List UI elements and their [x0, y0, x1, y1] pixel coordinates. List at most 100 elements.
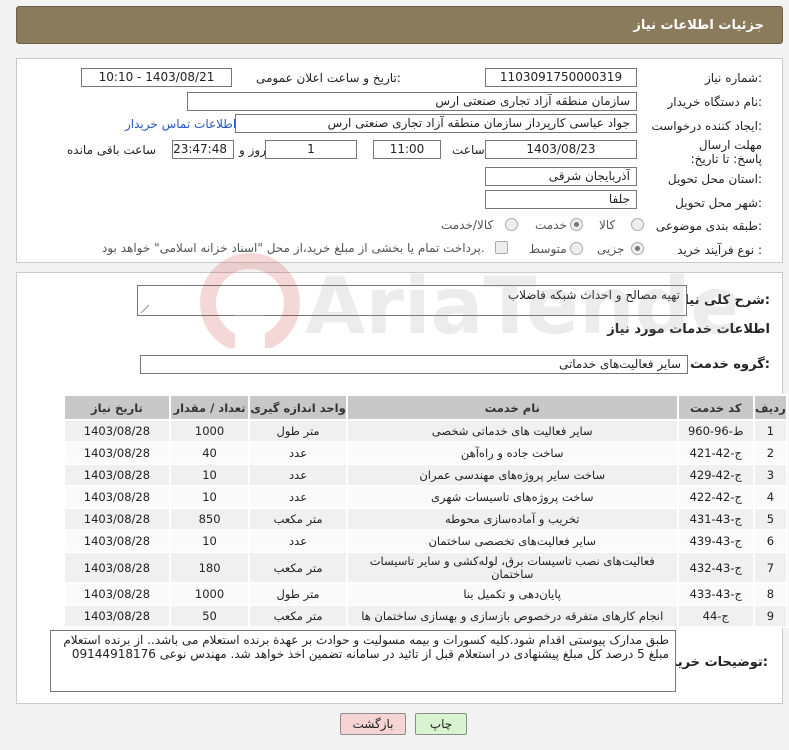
cell-quantity: 10 — [168, 529, 251, 553]
category-option-goods-service: کالا/خدمت — [441, 218, 494, 232]
cell-service-name: انجام کارهای متفرقه درخصوص بازسازی و بهس… — [345, 604, 679, 628]
cell-need-date: 1403/08/28 — [63, 582, 171, 606]
deadline-time-field[interactable]: 11:00 — [373, 140, 441, 159]
cell-quantity: 10 — [168, 485, 251, 509]
cell-quantity: 1000 — [168, 419, 251, 443]
process-radio-medium[interactable] — [570, 242, 583, 255]
category-option-goods: کالا — [599, 218, 616, 232]
cell-service-name: ساخت پروژه‌های تاسیسات شهری — [345, 485, 679, 509]
cell-quantity: 1000 — [168, 582, 251, 606]
cell-quantity: 50 — [168, 604, 251, 628]
cell-unit: متر طول — [248, 419, 348, 443]
cell-service-name: تخریب و آماده‌سازی محوطه — [345, 507, 679, 531]
services-table: ردیف کد خدمت نام خدمت واحد اندازه گیری ت… — [63, 394, 789, 628]
cell-unit: عدد — [248, 441, 348, 465]
cell-row-number: 7 — [752, 551, 789, 584]
category-radio-goods[interactable] — [631, 218, 644, 231]
creator-label: ایجاد کننده درخواست: — [651, 119, 762, 133]
category-radio-goods-service[interactable] — [505, 218, 518, 231]
table-row[interactable]: 7 ج-43-432 فعالیت‌های نصب تاسیسات برق، لول… — [63, 551, 789, 584]
table-row[interactable]: 4 ج-42-422 ساخت پروژه‌های تاسیسات شهری عدد 1… — [63, 485, 789, 509]
buyer-contact-link[interactable]: اطلاعات تماس خریدار — [125, 117, 236, 131]
cell-service-name: فعالیت‌های نصب تاسیسات برق، لوله‌کشی و س… — [345, 551, 679, 584]
col-row-header: ردیف — [752, 394, 789, 421]
col-unit-header: واحد اندازه گیری — [248, 394, 348, 421]
cell-unit: عدد — [248, 463, 348, 487]
cell-quantity: 180 — [168, 551, 251, 584]
buyer-org-field[interactable]: سازمان منطقه آزاد تجاری صنعتی ارس — [187, 92, 637, 111]
buyer-notes-text: طبق مدارک پیوستی اقدام شود.کلیه کسورات و… — [63, 633, 669, 661]
city-field[interactable]: جلفا — [485, 190, 637, 209]
request-info-panel: شماره نیاز: 1103091750000319 تاریخ و ساع… — [16, 58, 783, 263]
summary-textarea[interactable]: تهیه مصالح و احداث شبکه فاضلاب — [137, 285, 687, 316]
cell-need-date: 1403/08/28 — [63, 463, 171, 487]
cell-service-code: ج-42-429 — [676, 463, 755, 487]
cell-need-date: 1403/08/28 — [63, 419, 171, 443]
province-label: استان محل تحویل: — [667, 172, 762, 186]
process-option-medium: متوسط — [529, 242, 567, 256]
remaining-time-field[interactable]: 23:47:48 — [172, 140, 234, 159]
table-row[interactable]: 9 ج-44 انجام کارهای متفرقه درخصوص بازسازی … — [63, 604, 789, 628]
cell-unit: متر مکعب — [248, 604, 348, 628]
col-code-header: کد خدمت — [676, 394, 755, 421]
cell-service-name: سایر فعالیت های خدماتی شخصی — [345, 419, 679, 443]
cell-service-code: ط-96-960 — [676, 419, 755, 443]
col-qty-header: تعداد / مقدار — [168, 394, 251, 421]
category-radio-service[interactable] — [570, 218, 583, 231]
cell-need-date: 1403/08/28 — [63, 485, 171, 509]
category-option-service: خدمت — [535, 218, 567, 232]
cell-row-number: 1 — [752, 419, 789, 443]
cell-service-name: ساخت جاده و راه‌آهن — [345, 441, 679, 465]
page-title: جزئیات اطلاعات نیاز — [633, 17, 764, 33]
print-button[interactable]: چاپ — [415, 713, 467, 735]
category-label: طبقه بندی موضوعی: — [655, 219, 762, 233]
cell-service-code: ج-43-433 — [676, 582, 755, 606]
table-row[interactable]: 5 ج-43-431 تخریب و آماده‌سازی محوطه متر مکع… — [63, 507, 789, 531]
resize-handle-icon[interactable] — [141, 305, 149, 313]
treasury-payment-checkbox[interactable] — [495, 241, 508, 254]
cell-need-date: 1403/08/28 — [63, 529, 171, 553]
cell-need-date: 1403/08/28 — [63, 441, 171, 465]
table-row[interactable]: 1 ط-96-960 سایر فعالیت های خدماتی شخصی متر … — [63, 419, 789, 443]
cell-unit: متر مکعب — [248, 507, 348, 531]
announce-field[interactable]: 1403/08/21 - 10:10 — [81, 68, 232, 87]
buyer-notes-textarea[interactable]: طبق مدارک پیوستی اقدام شود.کلیه کسورات و… — [50, 630, 676, 692]
table-row[interactable]: 8 ج-43-433 پایان‌دهی و تکمیل بنا متر طول 100… — [63, 582, 789, 606]
cell-quantity: 10 — [168, 463, 251, 487]
cell-service-code: ج-43-432 — [676, 551, 755, 584]
creator-field[interactable]: جواد عباسی کارپرداز سازمان منطقه آزاد تج… — [235, 114, 637, 133]
cell-service-code: ج-42-422 — [676, 485, 755, 509]
process-radio-minor[interactable] — [631, 242, 644, 255]
cell-service-code: ج-44 — [676, 604, 755, 628]
cell-row-number: 5 — [752, 507, 789, 531]
city-label: شهر محل تحویل: — [675, 196, 762, 210]
cell-unit: متر طول — [248, 582, 348, 606]
need-number-field[interactable]: 1103091750000319 — [485, 68, 637, 87]
process-label: نوع فرآیند خرید : — [677, 243, 762, 257]
cell-row-number: 3 — [752, 463, 789, 487]
services-table-body: 1 ط-96-960 سایر فعالیت های خدماتی شخصی متر … — [63, 419, 789, 628]
table-row[interactable]: 3 ج-42-429 ساخت سایر پروژه‌های مهندسی عمرا… — [63, 463, 789, 487]
service-group-label: گروه خدمت: — [690, 357, 770, 372]
cell-service-name: سایر فعالیت‌های تخصصی ساختمان — [345, 529, 679, 553]
need-details-panel: شرح کلی نیاز: تهیه مصالح و احداث شبکه فا… — [16, 272, 789, 704]
table-row[interactable]: 6 ج-43-439 سایر فعالیت‌های تخصصی ساختمان عد… — [63, 529, 789, 553]
service-group-field[interactable]: سایر فعالیت‌های خدماتی — [140, 355, 688, 374]
cell-need-date: 1403/08/28 — [63, 551, 171, 584]
cell-service-code: ج-42-421 — [676, 441, 755, 465]
cell-unit: متر مکعب — [248, 551, 348, 584]
cell-service-code: ج-43-439 — [676, 529, 755, 553]
cell-unit: عدد — [248, 529, 348, 553]
col-name-header: نام خدمت — [345, 394, 679, 421]
table-row[interactable]: 2 ج-42-421 ساخت جاده و راه‌آهن عدد 40 1403/08… — [63, 441, 789, 465]
deadline-date-field[interactable]: 1403/08/23 — [485, 140, 637, 159]
deadline-time-label: ساعت — [452, 143, 485, 157]
cell-row-number: 8 — [752, 582, 789, 606]
announce-label: تاریخ و ساعت اعلان عمومی: — [256, 71, 401, 85]
days-field[interactable]: 1 — [265, 140, 357, 159]
services-table-header: ردیف کد خدمت نام خدمت واحد اندازه گیری ت… — [63, 394, 789, 421]
cell-quantity: 40 — [168, 441, 251, 465]
province-field[interactable]: آذربایجان شرقی — [485, 167, 637, 186]
back-button[interactable]: بازگشت — [340, 713, 406, 735]
need-number-label: شماره نیاز: — [704, 71, 762, 85]
